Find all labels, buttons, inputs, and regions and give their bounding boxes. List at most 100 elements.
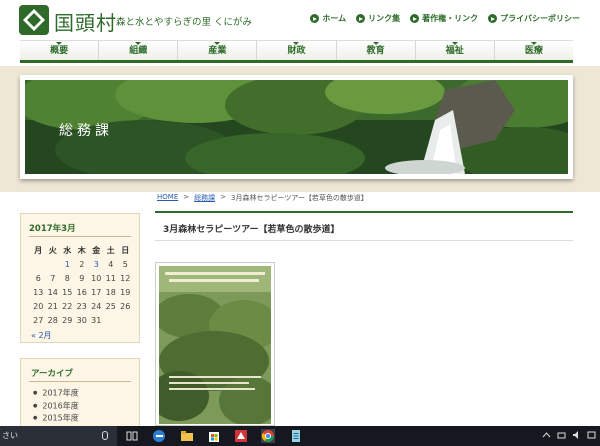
nav-item-education[interactable]: 教育 [335,41,415,60]
top-link-label: リンク集 [368,14,401,23]
top-link-home[interactable]: ホーム [310,13,346,24]
calendar-day: 27 [33,316,44,325]
calendar-day: 6 [35,274,41,283]
archive-widget: アーカイブ 2017年度 2016年度 2015年度 [20,358,140,428]
calendar-day: 18 [105,288,116,297]
calendar-weekday: 木 [77,246,86,255]
calendar-day: 5 [122,260,128,269]
arrow-circle-icon [356,14,366,23]
calendar-day: 7 [50,274,56,283]
calendar-day: 16 [76,288,87,297]
calendar-day: 23 [76,302,87,311]
department-banner: 総務課 [20,75,573,179]
archive-list: 2017年度 2016年度 2015年度 [33,387,78,425]
document-app-icon[interactable] [289,429,303,443]
calendar-weekday: 日 [121,246,130,255]
breadcrumb-home[interactable]: HOME [157,193,178,203]
calendar-empty-cell [104,314,119,328]
calendar-day: 25 [105,302,116,311]
calendar-day: 12 [120,274,131,283]
edge-browser-icon[interactable] [152,429,166,443]
calendar-day: 30 [76,316,87,325]
nav-item-industry[interactable]: 産業 [177,41,256,60]
nav-item-finance[interactable]: 財政 [256,41,335,60]
calendar-day: 8 [64,274,70,283]
calendar-weekday: 火 [48,246,57,255]
store-icon[interactable] [207,429,221,443]
calendar-day: 2 [79,260,85,269]
calendar-weekday: 金 [92,246,101,255]
chevron-up-icon[interactable] [542,430,551,440]
global-nav: 概要 組織 産業 財政 教育 福祉 医療 [20,40,573,63]
calendar-day: 14 [47,288,58,297]
calendar-row: 月火水木金土日 [31,244,133,258]
system-tray [542,430,596,440]
calendar-day: 26 [120,302,131,311]
calendar-day: 9 [79,274,85,283]
nav-item-welfare[interactable]: 福祉 [414,41,494,60]
arrow-circle-icon [488,14,498,23]
content-divider [155,211,573,213]
calendar-row: 20 21 22 23 24 25 26 [31,300,133,314]
nav-item-overview[interactable]: 概要 [20,41,98,60]
calendar-day: 10 [91,274,102,283]
waterfall-photo: 総務課 [25,80,568,174]
post-title: 3月森林セラピーツアー【若草色の散歩道】 [163,225,340,235]
archive-item[interactable]: 2016年度 [33,400,78,413]
post-image[interactable] [155,262,275,426]
post-header: 3月森林セラピーツアー【若草色の散歩道】 [155,214,573,241]
calendar-day[interactable]: 1 [60,258,75,272]
calendar-prev-month[interactable]: « 2月 [31,330,52,341]
file-explorer-icon[interactable] [180,429,194,443]
taskbar-search-text: さい [2,431,18,440]
calendar-day: 20 [33,302,44,311]
archive-item[interactable]: 2017年度 [33,387,78,400]
calendar-empty-cell [31,258,46,272]
nav-item-organization[interactable]: 組織 [98,41,177,60]
breadcrumb-current: 3月森林セラピーツアー【若草色の散歩道】 [231,194,368,202]
nav-item-medical[interactable]: 医療 [493,41,573,60]
archive-item[interactable]: 2015年度 [33,412,78,425]
breadcrumb: HOME > 総務課 > 3月森林セラピーツアー【若草色の散歩道】 [157,193,368,203]
calendar-day[interactable]: 3 [89,258,104,272]
breadcrumb-separator: > [220,193,226,201]
calendar-day: 24 [91,302,102,311]
calendar-empty-cell [118,314,133,328]
top-links: ホーム リンク集 著作権・リンク プライバシーポリシー [310,13,580,24]
top-link-label: ホーム [322,14,347,23]
calendar-day: 29 [62,316,73,325]
village-logo[interactable] [19,5,49,35]
top-link-links[interactable]: リンク集 [356,13,400,24]
calendar-row: 12345 [31,258,133,272]
calendar-day: 4 [108,260,114,269]
microphone-icon[interactable] [102,431,108,440]
top-link-privacy[interactable]: プライバシーポリシー [488,13,580,24]
calendar-day: 15 [62,288,73,297]
arrow-circle-icon [410,14,420,23]
breadcrumb-separator: > [183,193,190,201]
network-icon[interactable] [557,430,566,440]
site-header: 国頭村 森と水とやすらぎの里 くにがみ ホーム リンク集 著作権・リンク プライ… [0,0,600,40]
notification-icon[interactable] [587,430,596,440]
volume-icon[interactable] [572,430,581,440]
taskbar: さい [0,426,600,446]
calendar-day: 17 [91,288,102,297]
calendar-divider [29,236,131,237]
calendar-day: 31 [91,316,102,325]
app-icon[interactable] [234,429,248,443]
top-link-copyright[interactable]: 著作権・リンク [410,13,478,24]
site-title[interactable]: 国頭村 [54,7,117,36]
calendar-weekday: 月 [34,246,43,255]
calendar-day: 21 [47,302,58,311]
calendar-day: 28 [47,316,58,325]
chrome-icon[interactable] [261,429,275,443]
calendar-day: 19 [120,288,131,297]
task-view-icon[interactable] [125,429,139,443]
department-title: 総務課 [59,123,113,139]
calendar-weekday: 土 [106,246,115,255]
taskbar-search[interactable]: さい [0,426,117,446]
archive-title: アーカイブ [31,369,73,379]
breadcrumb-section[interactable]: 総務課 [194,193,215,203]
calendar-day: 11 [105,274,116,283]
calendar-row: 6 7 8 9 10 11 12 [31,272,133,286]
